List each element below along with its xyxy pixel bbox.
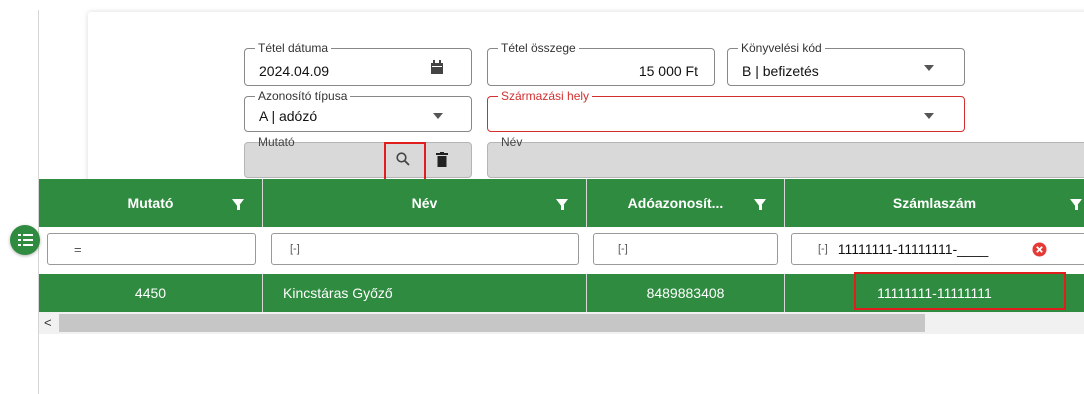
tetel-osszege-label: Tétel összege xyxy=(498,41,579,55)
column-header-label: Név xyxy=(411,195,438,211)
column-header-label: Számlaszám xyxy=(892,195,977,211)
tetel-datuma-value: 2024.04.09 xyxy=(259,63,330,79)
konyvelesi-kod-label: Könyvelési kód xyxy=(738,41,825,55)
column-header-szamlaszam[interactable]: Számlaszám xyxy=(785,179,1084,227)
filter-operator: [-] xyxy=(290,243,300,255)
list-menu-button[interactable] xyxy=(10,225,40,255)
tetel-datuma-field[interactable]: Tétel dátuma 2024.04.09 xyxy=(244,41,472,86)
nev-field[interactable]: Név xyxy=(487,135,1084,178)
filter-input-adoazonosito[interactable]: [-] xyxy=(593,233,778,265)
chevron-down-icon xyxy=(924,113,934,119)
chevron-down-icon xyxy=(924,65,934,71)
chevron-down-icon xyxy=(433,113,443,119)
mutato-field[interactable]: Mutató xyxy=(244,135,472,178)
azonosito-tipusa-select[interactable]: Azonosító típusa A | adózó xyxy=(244,89,472,132)
azonosito-tipusa-value: A | adózó xyxy=(259,108,318,124)
konyvelesi-kod-value: B | befizetés xyxy=(742,63,819,79)
scroll-left-icon[interactable]: < xyxy=(44,315,52,330)
filter-input-nev[interactable]: [-] xyxy=(271,233,579,265)
calendar-icon[interactable] xyxy=(431,60,443,74)
filter-input-szamlaszam[interactable]: [-] 11111111-11111111-____ xyxy=(791,233,1084,265)
nev-label: Név xyxy=(501,135,523,149)
scrollbar-thumb[interactable] xyxy=(59,314,925,332)
azonosito-tipusa-label: Azonosító típusa xyxy=(255,89,351,103)
konyvelesi-kod-select[interactable]: Könyvelési kód B | befizetés xyxy=(727,41,965,86)
column-header-label: Mutató xyxy=(127,195,174,211)
filter-icon[interactable] xyxy=(1070,199,1082,210)
cell-adoazonosito: 8489883408 xyxy=(587,274,785,312)
szarmazasi-hely-label: Származási hely xyxy=(498,89,593,103)
cell-nev: Kincstáras Győző xyxy=(263,274,587,312)
filter-icon[interactable] xyxy=(232,199,244,210)
column-header-adoazonosito[interactable]: Adóazonosít... xyxy=(587,179,785,227)
mutato-label: Mutató xyxy=(258,135,295,149)
cell-mutato: 4450 xyxy=(39,274,263,312)
column-header-mutato[interactable]: Mutató xyxy=(39,179,263,227)
filter-icon[interactable] xyxy=(556,199,568,210)
filter-icon[interactable] xyxy=(754,199,766,210)
column-header-nev[interactable]: Név xyxy=(263,179,587,227)
horizontal-scrollbar[interactable]: < xyxy=(39,312,1084,334)
tetel-osszege-value: 15 000 Ft xyxy=(638,63,698,79)
cell-highlight xyxy=(854,272,1066,310)
tetel-osszege-field[interactable]: Tétel összege 15 000 Ft xyxy=(487,41,715,86)
filter-operator: [-] xyxy=(618,243,628,255)
filter-input-mutato[interactable]: = xyxy=(47,233,256,265)
search-highlight xyxy=(384,142,426,184)
filter-value: 11111111-11111111-____ xyxy=(837,241,989,257)
tetel-datuma-label: Tétel dátuma xyxy=(255,41,332,55)
page: Tétel dátuma 2024.04.09 Tétel összege 15… xyxy=(0,0,1084,394)
filter-operator: [-] xyxy=(818,243,828,255)
filter-value: = xyxy=(74,241,82,257)
column-header-label: Adóazonosít... xyxy=(627,195,724,211)
szarmazasi-hely-select[interactable]: Származási hely xyxy=(487,89,965,132)
clear-icon[interactable] xyxy=(1032,242,1047,257)
trash-icon[interactable] xyxy=(436,152,448,167)
filter-row: = [-] [-] [-] 11111111-11111111-____ xyxy=(39,227,1084,273)
results-grid: Mutató Név Adóazonosít... Számlaszám = [… xyxy=(39,179,1084,394)
